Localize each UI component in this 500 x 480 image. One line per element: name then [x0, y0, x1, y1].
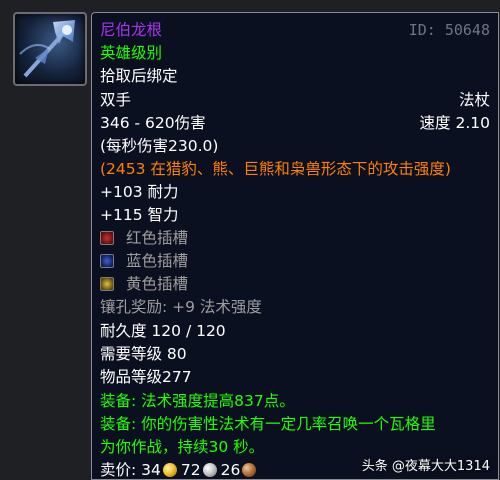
- sell-label: 卖价:: [100, 461, 142, 479]
- weapon-type: 法杖: [458, 91, 490, 109]
- intellect-stat: +115 智力: [100, 206, 179, 224]
- yellow-socket-icon: [100, 277, 114, 291]
- damage-text: 346 - 620伤害: [100, 114, 206, 132]
- sell-silver: 72: [180, 461, 201, 479]
- equip-effect-2-line1: 装备: 你的伤害性法术有一定几率召唤一个瓦格里: [100, 415, 436, 433]
- stamina-stat: +103 耐力: [100, 183, 179, 201]
- equip-effect-1: 装备: 法术强度提高837点。: [100, 392, 295, 410]
- item-name: 尼伯龙根: [100, 21, 163, 39]
- bind-text: 拾取后绑定: [100, 67, 178, 85]
- item-tooltip: 尼伯龙根 ID: 50648 英雄级别 拾取后绑定 双手 法杖 346 - 62…: [91, 12, 499, 480]
- item-name-row: 尼伯龙根 ID: 50648: [100, 19, 490, 41]
- blue-socket-icon: [100, 254, 114, 268]
- watermark: 头条 @夜幕大大1314: [361, 459, 490, 474]
- sell-gold: 34: [141, 461, 161, 479]
- item-icon[interactable]: [13, 12, 87, 86]
- socket-red: 红色插槽: [100, 227, 490, 249]
- dps-text: (每秒伤害230.0): [100, 137, 219, 155]
- socket-bonus: 镶孔奖励: +9 法术强度: [100, 298, 262, 316]
- silver-coin-icon: [202, 463, 217, 477]
- slot-row: 双手 法杖: [100, 89, 490, 111]
- item-level: 物品等级277: [100, 368, 192, 386]
- socket-blue: 蓝色插槽: [100, 250, 490, 272]
- socket-red-label: 红色插槽: [126, 229, 189, 247]
- gold-coin-icon: [162, 463, 177, 477]
- socket-yellow: 黄色插槽: [100, 273, 490, 295]
- required-level: 需要等级 80: [100, 345, 187, 363]
- slot-text: 双手: [100, 91, 132, 109]
- durability: 耐久度 120 / 120: [100, 322, 226, 340]
- damage-row: 346 - 620伤害 速度 2.10: [100, 112, 490, 134]
- sell-copper: 26: [220, 461, 241, 479]
- feral-ap-text: (2453 在猎豹、熊、巨熊和枭兽形态下的攻击强度): [100, 160, 451, 178]
- item-quality: 英雄级别: [100, 44, 163, 62]
- socket-blue-label: 蓝色插槽: [126, 252, 189, 270]
- staff-icon: [19, 20, 75, 78]
- red-socket-icon: [100, 231, 114, 245]
- item-id: ID: 50648: [408, 21, 490, 39]
- screen: 尼伯龙根 ID: 50648 英雄级别 拾取后绑定 双手 法杖 346 - 62…: [0, 0, 500, 480]
- speed-text: 速度 2.10: [419, 114, 490, 132]
- copper-coin-icon: [242, 463, 257, 477]
- socket-yellow-label: 黄色插槽: [126, 275, 189, 293]
